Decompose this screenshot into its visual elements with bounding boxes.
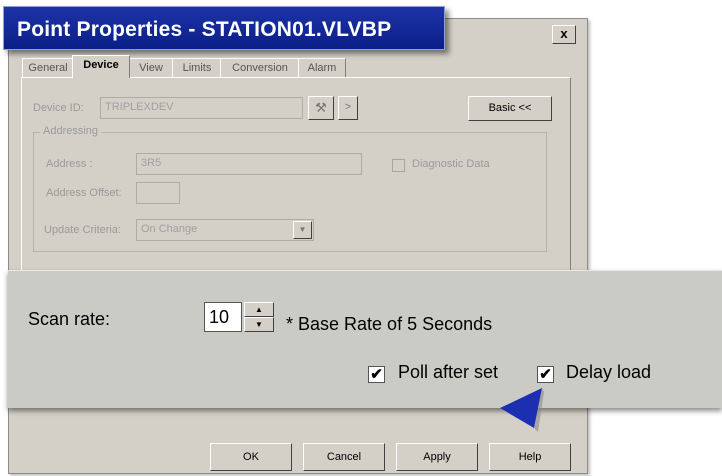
delay-load-label: Delay load [566,362,652,382]
address-label: Address : [46,158,93,170]
dialog-title: Point Properties - STATION01.VLVBP [17,18,392,41]
apply-button[interactable]: Apply [396,443,478,471]
scan-rate-input[interactable]: 10 [204,302,242,332]
device-browse-button[interactable]: > [338,96,358,120]
tab-alarm[interactable]: Alarm [298,58,346,77]
title-bar: Point Properties - STATION01.VLVBP [3,6,445,50]
address-field[interactable]: 3R5 [136,153,362,175]
tab-limits[interactable]: Limits [172,58,222,77]
scan-rate-label: Scan rate: [28,309,111,329]
ok-button[interactable]: OK [210,443,292,471]
diagnostic-data-checkbox[interactable] [392,159,405,172]
chevron-down-icon[interactable]: ▼ [293,221,312,239]
update-criteria-label: Update Criteria: [44,224,122,236]
address-offset-field[interactable] [136,182,180,204]
wrench-icon: ⚒ [315,100,327,115]
close-button[interactable]: x [552,25,576,44]
tab-general[interactable]: General [22,58,74,77]
address-offset-label: Address Offset: [46,187,122,199]
scan-rate-down-button[interactable]: ▼ [244,317,274,332]
pointer-arrow-icon [500,388,544,432]
help-button[interactable]: Help [489,443,571,471]
poll-after-set-label: Poll after set [398,362,499,382]
device-id-label: Device ID: [33,102,84,114]
device-tool-button[interactable]: ⚒ [308,96,334,120]
basic-toggle-button[interactable]: Basic << [468,96,552,121]
update-criteria-select[interactable]: On Change [136,219,314,241]
update-criteria-value: On Change [141,223,198,235]
diagnostic-data-label: Diagnostic Data [412,158,490,170]
addressing-group-label: Addressing [40,125,102,137]
scan-rate-zoom-panel [8,270,722,408]
device-id-field[interactable]: TRIPLEXDEV [100,97,303,119]
cancel-button[interactable]: Cancel [303,443,385,471]
tab-conversion[interactable]: Conversion [220,58,300,77]
scan-rate-up-button[interactable]: ▲ [244,302,274,317]
poll-after-set-checkbox[interactable]: ✔ [368,366,385,383]
tab-view[interactable]: View [128,58,174,77]
base-rate-text: * Base Rate of 5 Seconds [286,314,493,334]
tab-device[interactable]: Device [72,55,130,78]
